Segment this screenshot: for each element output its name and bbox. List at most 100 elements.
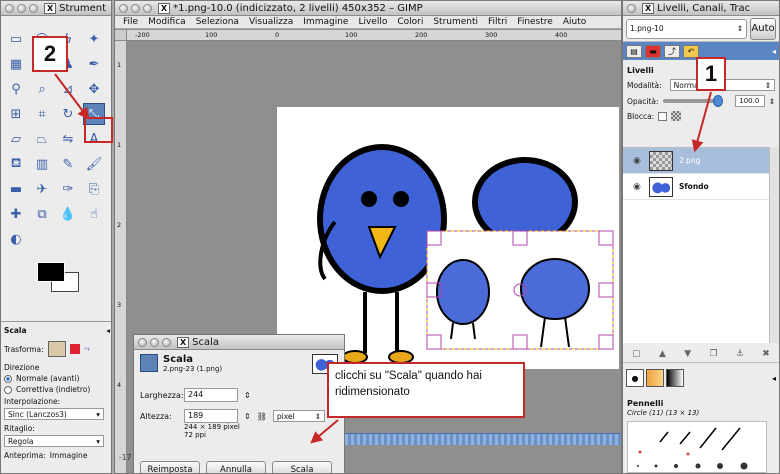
image-canvas[interactable] — [277, 107, 619, 369]
ink-icon[interactable]: ✑ — [57, 178, 79, 200]
zoom-window-button[interactable] — [162, 337, 171, 347]
clone-icon[interactable]: ⎘ — [83, 178, 105, 200]
close-window-button[interactable] — [627, 3, 636, 13]
brush-grid[interactable] — [627, 421, 767, 473]
menu-livello[interactable]: Livello — [358, 17, 387, 27]
reset-button[interactable]: Reimposta — [140, 461, 200, 473]
spin-arrows-icon[interactable]: ⇕ — [244, 391, 251, 400]
clipping-select[interactable]: Regola ▾ — [4, 435, 104, 447]
raise-layer-icon[interactable]: ▲ — [659, 349, 666, 359]
blend-icon[interactable]: ▥ — [31, 153, 53, 175]
align-icon[interactable]: ⊞ — [5, 103, 27, 125]
menu-file[interactable]: File — [123, 17, 138, 27]
pencil-icon[interactable]: ✎ — [57, 153, 79, 175]
toolbox-titlebar[interactable]: X Strument — [1, 1, 111, 16]
brush-tab-icon[interactable]: ● — [626, 369, 644, 387]
lower-layer-icon[interactable]: ▼ — [684, 349, 691, 359]
spin-arrows-icon[interactable]: ⇕ — [769, 97, 775, 106]
shear-icon[interactable]: ▱ — [5, 128, 27, 150]
channels-tab-icon[interactable]: ▬ — [645, 44, 661, 58]
scale-icon[interactable]: ⤡ — [83, 103, 105, 125]
minimize-window-button[interactable] — [17, 3, 26, 13]
ruler-corner[interactable] — [115, 30, 127, 41]
zoom-icon[interactable]: ⌕ — [31, 78, 53, 100]
preview-value[interactable]: Immagine — [50, 451, 88, 460]
pattern-tab-icon[interactable] — [646, 369, 664, 387]
transform-selection-icon[interactable] — [69, 344, 80, 354]
chain-link-icon[interactable]: ⛓ — [257, 412, 267, 421]
fuzzy-select-icon[interactable]: ✦ — [83, 28, 105, 50]
visibility-eye-icon[interactable]: ◉ — [633, 156, 643, 166]
dodge-burn-icon[interactable]: ◐ — [5, 228, 27, 250]
rect-select-icon[interactable]: ▭ — [5, 28, 27, 50]
measure-icon[interactable]: ⊿ — [57, 78, 79, 100]
delete-layer-icon[interactable]: ✖ — [762, 349, 770, 359]
paths-icon[interactable]: ✒ — [83, 53, 105, 75]
opacity-field[interactable]: 100.0 — [735, 95, 765, 107]
dock-menu-icon[interactable]: ◂ — [772, 374, 776, 383]
menu-strumenti[interactable]: Strumenti — [433, 17, 478, 27]
lock-pixels-checkbox[interactable] — [658, 111, 668, 121]
color-select-icon[interactable]: ▦ — [5, 53, 27, 75]
minimize-window-button[interactable] — [150, 337, 159, 347]
spin-arrows-icon[interactable]: ⇕ — [244, 412, 251, 421]
dock-menu-icon[interactable]: ◂ — [772, 47, 776, 56]
width-field[interactable]: 244 — [184, 388, 238, 402]
menu-seleziona[interactable]: Seleziona — [196, 17, 239, 27]
visibility-eye-icon[interactable]: ◉ — [633, 182, 643, 192]
interpolation-select[interactable]: Sinc (Lanczos3) ▾ — [4, 408, 104, 420]
opacity-slider[interactable] — [662, 95, 724, 107]
menu-visualizza[interactable]: Visualizza — [249, 17, 293, 27]
menu-aiuto[interactable]: Aiuto — [563, 17, 586, 27]
crop-icon[interactable]: ⌗ — [31, 103, 53, 125]
undo-tab-icon[interactable]: ↶ — [683, 44, 699, 58]
lock-alpha-icon[interactable] — [671, 111, 682, 121]
layers-tab-icon[interactable]: ▤ — [626, 44, 642, 58]
blur-icon[interactable]: 💧 — [57, 203, 79, 225]
move-icon[interactable]: ✥ — [83, 78, 105, 100]
menu-modifica[interactable]: Modifica — [148, 17, 186, 27]
heal-icon[interactable]: ✚ — [5, 203, 27, 225]
close-window-button[interactable] — [138, 337, 147, 347]
opacity-slider-thumb[interactable] — [712, 95, 723, 107]
transform-path-icon[interactable]: ⤳ — [84, 344, 90, 354]
layer-row[interactable]: ◉ Sfondo — [623, 174, 769, 200]
menu-immagine[interactable]: Immagine — [303, 17, 348, 27]
direction-corrective-radio[interactable] — [4, 385, 12, 394]
rotate-icon[interactable]: ↻ — [57, 103, 79, 125]
color-swatches[interactable] — [7, 258, 105, 304]
close-window-button[interactable] — [119, 3, 128, 13]
zoom-window-button[interactable] — [29, 3, 38, 13]
direction-normal-radio[interactable] — [4, 374, 12, 383]
panel-menu-icon[interactable]: ◂ — [106, 326, 110, 335]
menu-filtri[interactable]: Filtri — [488, 17, 507, 27]
auto-button[interactable]: Auto — [750, 17, 776, 40]
image-titlebar[interactable]: X *1.png-10.0 (indicizzato, 2 livelli) 4… — [115, 1, 621, 16]
unit-select[interactable]: pixel ⇕ — [272, 410, 325, 422]
menu-colori[interactable]: Colori — [397, 17, 423, 27]
flip-icon[interactable]: ⇋ — [57, 128, 79, 150]
color-picker-icon[interactable]: ⚲ — [5, 78, 27, 100]
layer-row[interactable]: ◉ 2.png — [623, 148, 769, 174]
cancel-button[interactable]: Annulla — [206, 461, 266, 473]
close-window-button[interactable] — [5, 3, 14, 13]
new-layer-icon[interactable]: ▢ — [632, 349, 641, 359]
foreground-color[interactable] — [37, 262, 65, 282]
height-field[interactable]: 189 — [184, 409, 238, 423]
anchor-layer-icon[interactable]: ⚓ — [736, 349, 744, 359]
perspective-icon[interactable]: ⏢ — [31, 128, 53, 150]
transform-layer-icon[interactable] — [47, 341, 66, 357]
airbrush-icon[interactable]: ✈ — [31, 178, 53, 200]
layers-scrollbar[interactable] — [769, 147, 779, 343]
scale-dialog-titlebar[interactable]: X Scala — [134, 335, 344, 350]
image-select[interactable]: 1.png-10 ⇕ — [626, 18, 747, 39]
text-icon[interactable]: A — [83, 128, 105, 150]
paths-tab-icon[interactable]: ⤴ — [664, 44, 680, 58]
menu-finestre[interactable]: Finestre — [517, 17, 553, 27]
minimize-window-button[interactable] — [131, 3, 140, 13]
gradient-tab-icon[interactable] — [666, 369, 684, 387]
eraser-icon[interactable]: ▬ — [5, 178, 27, 200]
perspective-clone-icon[interactable]: ⧉ — [31, 203, 53, 225]
layers-titlebar[interactable]: X Livelli, Canali, Trac — [623, 1, 779, 16]
paintbrush-icon[interactable]: 🖌 — [83, 153, 105, 175]
